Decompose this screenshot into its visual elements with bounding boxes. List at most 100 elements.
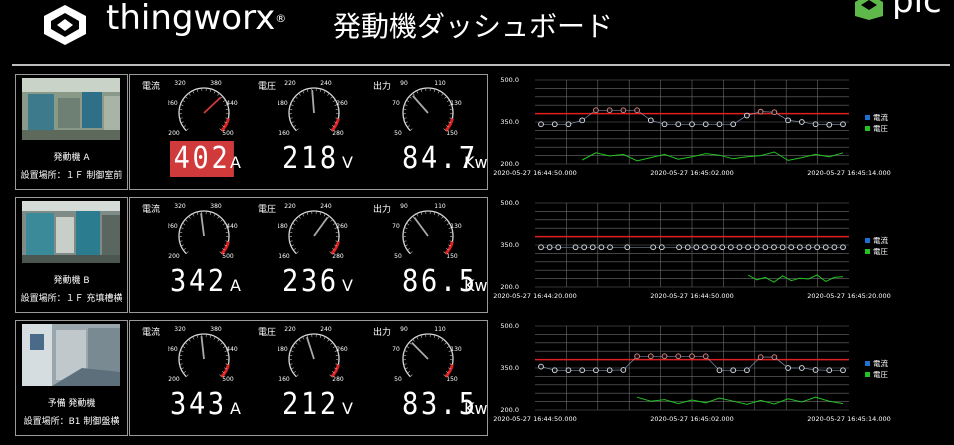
current-point[interactable] — [812, 121, 819, 128]
current-point[interactable] — [551, 367, 558, 374]
current-point[interactable] — [822, 244, 829, 251]
current-point[interactable] — [579, 367, 586, 374]
current-point[interactable] — [826, 367, 833, 374]
current-point[interactable] — [581, 244, 587, 251]
current-point[interactable] — [812, 367, 819, 373]
current-point[interactable] — [606, 107, 613, 114]
current-point[interactable] — [675, 353, 682, 360]
gauge-tick-label: 70 — [392, 100, 400, 107]
current-point[interactable] — [538, 121, 544, 128]
power-unit: Kw — [464, 153, 488, 172]
legend-label[interactable]: 電圧 — [873, 247, 888, 256]
current-point[interactable] — [805, 244, 812, 251]
current-point[interactable] — [565, 121, 572, 128]
current-point[interactable] — [798, 365, 805, 371]
current-point[interactable] — [757, 354, 764, 360]
current-point[interactable] — [753, 244, 760, 251]
current-point[interactable] — [661, 121, 668, 128]
current-point[interactable] — [538, 244, 544, 251]
legend-label[interactable]: 電流 — [873, 112, 888, 122]
current-point[interactable] — [634, 107, 640, 114]
current-point[interactable] — [572, 244, 579, 251]
current-point[interactable] — [840, 367, 846, 374]
current-point[interactable] — [727, 244, 734, 251]
legend-label[interactable]: 電流 — [873, 358, 888, 368]
current-point[interactable] — [702, 353, 709, 360]
current-point[interactable] — [606, 367, 613, 374]
current-point[interactable] — [744, 112, 750, 119]
current-point[interactable] — [551, 121, 558, 128]
current-point[interactable] — [730, 367, 737, 374]
y-tick-label: 200.0 — [500, 160, 519, 168]
legend-label[interactable]: 電圧 — [873, 370, 888, 379]
current-point[interactable] — [689, 121, 695, 128]
gauge-tick-label: 260 — [168, 100, 178, 107]
current-point[interactable] — [798, 119, 805, 125]
current-point[interactable] — [840, 121, 846, 128]
current-point[interactable] — [771, 244, 777, 251]
current-point[interactable] — [785, 117, 791, 124]
current-point[interactable] — [719, 244, 726, 251]
current-point[interactable] — [624, 244, 631, 251]
current-point[interactable] — [840, 244, 846, 251]
legend-label[interactable]: 電流 — [873, 235, 888, 245]
current-point[interactable] — [831, 244, 838, 251]
current-point[interactable] — [757, 108, 764, 115]
current-point[interactable] — [647, 117, 654, 124]
current-point[interactable] — [565, 367, 572, 374]
current-point[interactable] — [593, 107, 599, 114]
current-point[interactable] — [785, 365, 791, 371]
current-point[interactable] — [689, 353, 695, 360]
gauge-tick-label: 380 — [210, 326, 222, 333]
current-point[interactable] — [710, 244, 717, 251]
current-point[interactable] — [779, 244, 786, 251]
current-point[interactable] — [771, 109, 778, 116]
current-unit: A — [230, 153, 241, 172]
generator-photo — [22, 201, 120, 263]
current-point[interactable] — [716, 121, 723, 128]
current-point[interactable] — [702, 244, 708, 251]
current-point[interactable] — [684, 244, 691, 251]
current-point[interactable] — [620, 367, 627, 373]
legend-label[interactable]: 電圧 — [873, 124, 888, 133]
registered-mark: ® — [275, 12, 287, 25]
current-point[interactable] — [730, 121, 737, 128]
current-point[interactable] — [634, 353, 640, 360]
gauge-tick-label: 50 — [394, 376, 402, 383]
current-point[interactable] — [736, 244, 743, 251]
current-point[interactable] — [814, 244, 820, 251]
current-point[interactable] — [620, 107, 627, 114]
gauge-tick-label: 320 — [174, 203, 186, 210]
current-point[interactable] — [555, 244, 562, 251]
current-point[interactable] — [579, 117, 586, 124]
current-point[interactable] — [676, 244, 682, 251]
current-point[interactable] — [744, 367, 750, 374]
gauge-dial: 200 260 320 380 440 500 — [168, 203, 238, 260]
current-point[interactable] — [647, 353, 654, 360]
current-point[interactable] — [716, 367, 723, 374]
current-point[interactable] — [745, 244, 751, 251]
gauge-tick-label: 160 — [278, 376, 290, 383]
current-point[interactable] — [693, 244, 700, 251]
current-point[interactable] — [589, 244, 596, 251]
gauge-tick-label: 280 — [332, 376, 344, 383]
current-point[interactable] — [607, 244, 613, 251]
current-point[interactable] — [593, 367, 599, 374]
current-point[interactable] — [546, 244, 553, 251]
current-point[interactable] — [598, 244, 605, 251]
current-point[interactable] — [650, 244, 657, 251]
current-point[interactable] — [675, 121, 682, 128]
current-point[interactable] — [538, 363, 544, 370]
trend-chart: 500.0 350.0 200.02020-05-27 16:44:50.000 20… — [493, 76, 891, 177]
x-tick-label: 2020-05-27 16:45:02.000 — [650, 169, 734, 177]
current-point[interactable] — [797, 244, 803, 251]
current-point[interactable] — [661, 353, 668, 360]
current-point[interactable] — [788, 244, 795, 251]
current-point[interactable] — [762, 244, 769, 251]
current-point[interactable] — [826, 121, 833, 128]
current-point[interactable] — [771, 354, 778, 360]
gauge-tick-label: 260 — [336, 100, 348, 107]
current-point[interactable] — [702, 121, 709, 128]
gauge-needle — [306, 336, 315, 360]
current-point[interactable] — [658, 244, 665, 251]
